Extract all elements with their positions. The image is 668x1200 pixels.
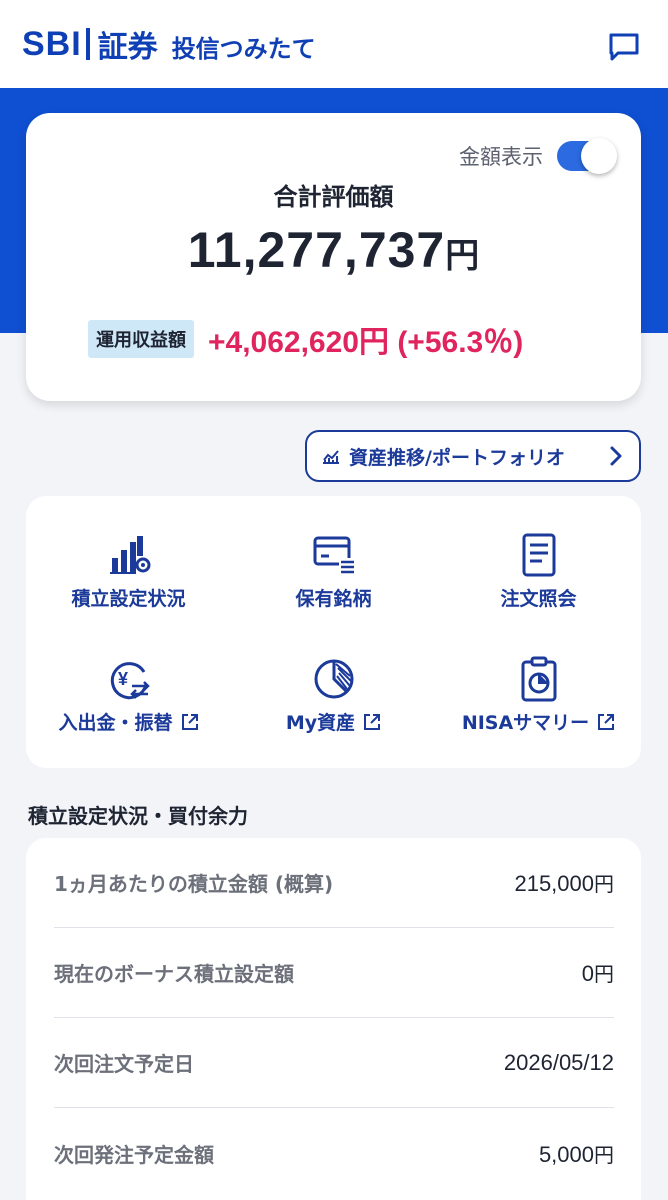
menu-label: 保有銘柄 xyxy=(295,588,372,610)
pie-chart-icon xyxy=(314,659,353,699)
toggle-label: 金額表示 xyxy=(459,145,543,169)
menu-label-wrap: NISAサマリー xyxy=(462,708,615,735)
menu-label-wrap: 入出金・振替 xyxy=(58,708,198,735)
total-value-label: 合計評価額 xyxy=(273,183,394,211)
asset-summary-card: 金額表示 合計評価額 11,277,737円 運用収益額 +4,062,620円… xyxy=(26,113,641,401)
asset-trend-portfolio-button[interactable]: 資産推移/ポートフォリオ xyxy=(305,430,641,482)
section-title: 積立設定状況・買付余力 xyxy=(28,804,248,828)
info-label: 次回発注予定金額 xyxy=(54,1142,214,1167)
svg-text:¥: ¥ xyxy=(117,669,127,689)
chat-button[interactable] xyxy=(608,32,640,62)
total-value: 11,277,737円 xyxy=(26,221,641,279)
info-value-number: 0 xyxy=(581,961,594,986)
info-row-next-order-date: 次回注文予定日 2026/05/12 xyxy=(54,1018,614,1108)
info-label: 1ヵ月あたりの積立金額 (概算) xyxy=(54,872,334,896)
menu-label: 入出金・振替 xyxy=(58,712,173,734)
chevron-right-icon xyxy=(610,446,622,466)
info-label: 現在のボーナス積立設定額 xyxy=(54,962,294,986)
amount-display-toggle[interactable] xyxy=(557,138,617,174)
menu-item-accumulation-settings[interactable]: 積立設定状況 xyxy=(26,532,231,642)
app-header: SBI 証券 投信つみたて xyxy=(0,0,668,88)
menu-grid: 積立設定状況 保有銘柄 注文照会 ¥ 入出金・振替 My資産 NISAサマリー xyxy=(26,496,641,768)
profit-badge: 運用収益額 xyxy=(88,320,194,358)
info-value-unit: 円 xyxy=(594,964,614,986)
header-subtitle: 投信つみたて xyxy=(171,34,316,63)
profit-value: +4,062,620円 (+56.3％) xyxy=(208,326,524,359)
menu-label: NISAサマリー xyxy=(461,712,590,734)
info-row-bonus-amount: 現在のボーナス積立設定額 0円 xyxy=(54,928,614,1018)
info-value-unit: 円 xyxy=(594,874,614,896)
document-icon xyxy=(522,533,555,577)
trend-button-label: 資産推移/ポートフォリオ xyxy=(349,446,565,469)
info-value-number: 2026/05/12 xyxy=(503,1049,614,1075)
external-link-icon xyxy=(598,713,615,730)
logo-shoken: 証券 xyxy=(97,30,158,65)
toggle-knob xyxy=(581,138,617,174)
card-list-icon xyxy=(313,536,355,574)
menu-item-deposit-withdraw[interactable]: ¥ 入出金・振替 xyxy=(26,656,231,766)
info-value: 2026/05/12 xyxy=(504,1050,614,1076)
info-value: 215,000円 xyxy=(514,868,614,897)
info-value-number: 5,000 xyxy=(538,1141,594,1167)
yen-exchange-icon: ¥ xyxy=(110,662,150,700)
external-link-icon xyxy=(181,713,198,730)
chat-bubble-icon xyxy=(609,33,639,61)
info-value-number: 215,000 xyxy=(514,871,594,896)
accumulation-info-card: 1ヵ月あたりの積立金額 (概算) 215,000円 現在のボーナス積立設定額 0… xyxy=(26,838,641,1200)
menu-item-nisa-summary[interactable]: NISAサマリー xyxy=(436,656,641,766)
menu-label-wrap: My資産 xyxy=(286,708,381,735)
total-amount-unit: 円 xyxy=(445,236,480,276)
amount-toggle-row: 金額表示 xyxy=(459,138,617,174)
menu-label: My資産 xyxy=(285,712,356,734)
info-value: 5,000円 xyxy=(539,1139,614,1168)
clipboard-chart-icon xyxy=(521,656,556,702)
menu-item-my-assets[interactable]: My資産 xyxy=(231,656,436,766)
profit-row: 運用収益額 +4,062,620円 (+56.3％) xyxy=(88,317,523,361)
menu-item-order-inquiry[interactable]: 注文照会 xyxy=(436,532,641,642)
bar-chart-settings-icon xyxy=(109,536,150,574)
info-row-monthly-amount: 1ヵ月あたりの積立金額 (概算) 215,000円 xyxy=(54,838,614,928)
logo-sbi: SBI xyxy=(22,24,82,63)
info-row-next-order-amount: 次回発注予定金額 5,000円 xyxy=(54,1108,614,1198)
info-value-unit: 円 xyxy=(594,1144,614,1167)
info-label: 次回注文予定日 xyxy=(54,1052,194,1076)
menu-item-holdings[interactable]: 保有銘柄 xyxy=(231,532,436,642)
menu-label: 注文照会 xyxy=(500,588,577,610)
chart-trend-icon xyxy=(323,450,339,464)
menu-label: 積立設定状況 xyxy=(71,588,186,610)
logo-divider xyxy=(85,28,90,60)
external-link-icon xyxy=(364,713,381,730)
total-amount-number: 11,277,737 xyxy=(187,222,446,278)
info-value: 0円 xyxy=(582,958,614,987)
